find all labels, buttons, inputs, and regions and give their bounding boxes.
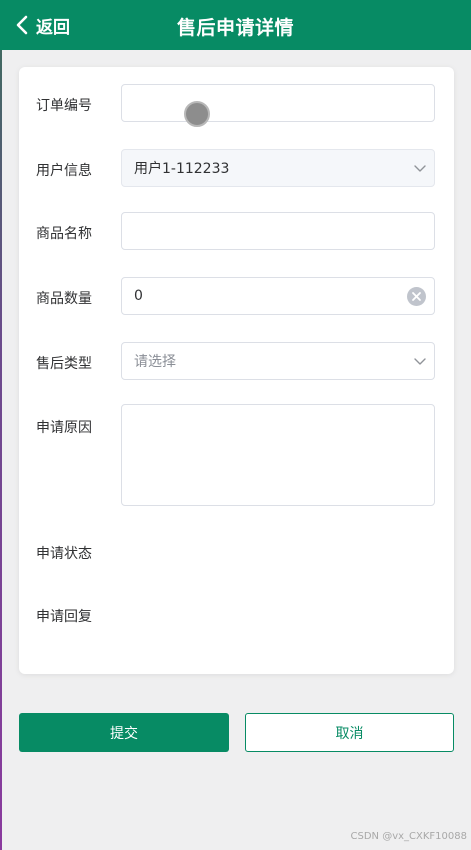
aftersale-type-placeholder: 请选择 xyxy=(134,354,176,370)
cancel-button[interactable]: 取消 xyxy=(245,713,454,752)
form-card: 订单编号 用户信息 用户1-112233 商品名称 商品数量 0 售后类型 请选… xyxy=(19,67,454,674)
quantity-label: 商品数量 xyxy=(36,291,92,307)
submit-button[interactable]: 提交 xyxy=(19,713,229,752)
clear-circle-icon[interactable] xyxy=(407,287,426,310)
reason-textarea[interactable] xyxy=(121,404,435,506)
user-info-value: 用户1-112233 xyxy=(134,161,230,177)
user-info-label: 用户信息 xyxy=(36,163,92,179)
product-name-label: 商品名称 xyxy=(36,226,92,242)
quantity-input[interactable]: 0 xyxy=(121,277,435,315)
page-title: 售后申请详情 xyxy=(176,17,294,39)
reason-label: 申请原因 xyxy=(36,420,92,436)
chevron-down-icon xyxy=(414,355,426,371)
chevron-down-icon xyxy=(414,162,426,178)
touch-cursor-indicator xyxy=(184,101,210,127)
user-info-select[interactable]: 用户1-112233 xyxy=(121,149,435,187)
quantity-value: 0 xyxy=(134,288,143,304)
aftersale-type-select[interactable]: 请选择 xyxy=(121,342,435,380)
status-label: 申请状态 xyxy=(36,546,92,562)
order-no-input[interactable] xyxy=(121,84,435,122)
order-no-label: 订单编号 xyxy=(36,98,92,114)
product-name-input[interactable] xyxy=(121,212,435,250)
reply-label: 申请回复 xyxy=(36,609,92,625)
app-header: 返回 售后申请详情 xyxy=(0,0,471,50)
window-edge xyxy=(0,0,2,850)
watermark: CSDN @vx_CXKF10088 xyxy=(350,831,467,842)
aftersale-type-label: 售后类型 xyxy=(36,356,92,372)
